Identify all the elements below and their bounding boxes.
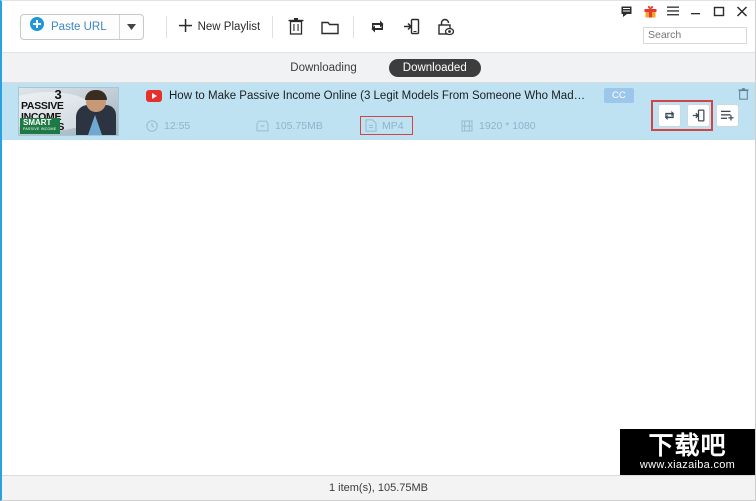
search-container xyxy=(643,25,747,44)
video-thumbnail: 3 PASSIVE INCOME MODELS SMART PASSIVE IN… xyxy=(18,87,119,136)
tab-downloading[interactable]: Downloading xyxy=(276,59,371,77)
convert-action-icon[interactable] xyxy=(658,104,681,127)
thumbnail-badge-label: SMART xyxy=(23,118,52,127)
clock-icon xyxy=(146,119,158,132)
gift-icon[interactable] xyxy=(643,4,657,18)
toolbar-divider-2 xyxy=(272,15,274,38)
delete-icon[interactable] xyxy=(279,12,313,42)
resolution-field: 1920 * 1080 xyxy=(461,120,536,132)
tab-bar: Downloading Downloaded xyxy=(2,52,755,83)
convert-icon[interactable] xyxy=(360,12,394,42)
item-title[interactable]: How to Make Passive Income Online (3 Leg… xyxy=(169,90,589,102)
chevron-down-icon xyxy=(126,23,136,30)
transfer-action-icon[interactable] xyxy=(687,104,710,127)
filesize-value: 105.75MB xyxy=(275,119,323,132)
paste-url-group: Paste URL xyxy=(20,13,144,40)
search-input[interactable] xyxy=(643,26,747,44)
youtube-icon xyxy=(146,89,162,102)
window-controls xyxy=(620,3,749,19)
maximize-icon[interactable] xyxy=(712,4,726,18)
paste-url-label: Paste URL xyxy=(51,20,107,33)
minimize-icon[interactable] xyxy=(689,4,703,18)
thumbnail-badge-sub: PASSIVE INCOME xyxy=(23,127,57,131)
resolution-icon xyxy=(461,119,473,132)
row-delete-icon[interactable] xyxy=(736,87,750,101)
status-text: 1 item(s), 105.75MB xyxy=(328,482,429,494)
paste-url-button[interactable]: Paste URL xyxy=(21,15,119,39)
download-list: 3 PASSIVE INCOME MODELS SMART PASSIVE IN… xyxy=(2,83,755,474)
menu-icon[interactable] xyxy=(666,4,680,18)
duration-value: 12:55 xyxy=(164,119,191,132)
status-bar: 1 item(s), 105.75MB xyxy=(2,475,755,500)
item-title-line: How to Make Passive Income Online (3 Leg… xyxy=(146,88,755,103)
format-value: MP4 xyxy=(382,119,404,132)
file-icon xyxy=(365,119,377,132)
resolution-value: 1920 * 1080 xyxy=(479,119,536,132)
format-field: MP4 xyxy=(360,116,461,135)
box-icon xyxy=(256,120,269,131)
paste-url-dropdown[interactable] xyxy=(118,14,143,39)
private-mode-icon[interactable] xyxy=(428,12,462,42)
feedback-icon[interactable] xyxy=(620,4,634,18)
format-highlight: MP4 xyxy=(360,116,413,135)
toolbar-divider-3 xyxy=(353,15,355,38)
plus-circle-icon xyxy=(30,17,44,36)
thumbnail-badge: SMART PASSIVE INCOME xyxy=(20,118,61,134)
watermark-cn: 下载吧 xyxy=(648,431,727,460)
plus-icon xyxy=(178,18,192,35)
close-icon[interactable] xyxy=(735,4,749,18)
list-item[interactable]: 3 PASSIVE INCOME MODELS SMART PASSIVE IN… xyxy=(2,83,755,140)
new-playlist-label: New Playlist xyxy=(197,20,261,33)
add-to-list-icon[interactable] xyxy=(716,104,739,127)
filesize-field: 105.75MB xyxy=(256,120,364,132)
watermark: 下载吧 www.xiazaiba.com xyxy=(620,429,755,475)
item-actions xyxy=(658,104,739,127)
watermark-url: www.xiazaiba.com xyxy=(639,459,736,471)
new-playlist-button[interactable]: New Playlist xyxy=(167,18,273,35)
transfer-icon[interactable] xyxy=(394,12,428,42)
app-window: Paste URL New Playlist Search Downloadin… xyxy=(0,0,756,501)
folder-icon[interactable] xyxy=(313,12,347,42)
tab-downloaded[interactable]: Downloaded xyxy=(388,58,481,77)
duration-field: 12:55 xyxy=(146,120,256,132)
cc-badge: CC xyxy=(604,88,634,103)
